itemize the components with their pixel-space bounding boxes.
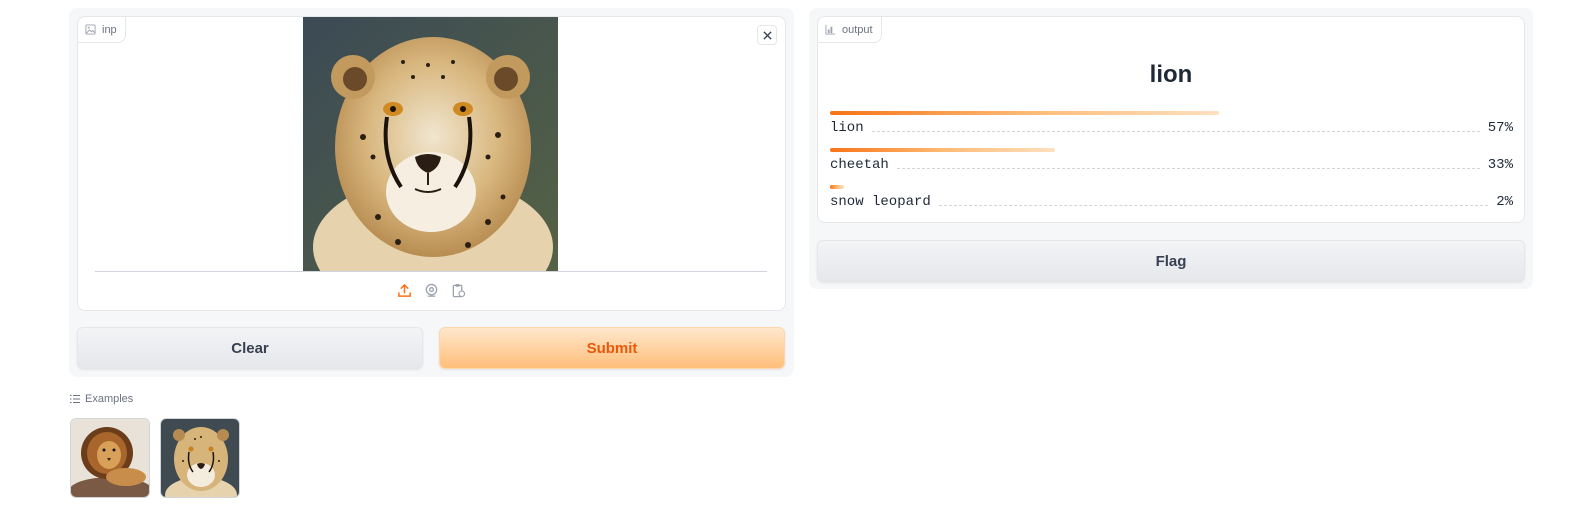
- output-panel: output lion lion 57% cheetah 33% snow leopar…: [809, 8, 1533, 289]
- dotted-leader: [896, 168, 1480, 169]
- webcam-source-button[interactable]: [423, 281, 441, 299]
- output-label: output: [842, 23, 873, 36]
- clear-button[interactable]: Clear: [77, 327, 423, 369]
- confidence-text: lion 57%: [830, 120, 1513, 136]
- confidence-class-label: snow leopard: [830, 194, 931, 210]
- submit-button[interactable]: Submit: [439, 327, 785, 369]
- uploaded-image: [303, 17, 558, 271]
- output-label-tag: output: [818, 17, 882, 43]
- examples-title: Examples: [85, 393, 134, 405]
- dotted-leader: [938, 205, 1489, 206]
- source-toolbar: [78, 281, 785, 303]
- close-icon: [762, 30, 772, 40]
- example-cheetah-thumbnail[interactable]: [160, 418, 240, 498]
- remove-image-button[interactable]: [757, 25, 777, 45]
- confidence-row[interactable]: lion 57%: [830, 111, 1513, 141]
- clipboard-icon: [452, 283, 466, 297]
- input-panel: inp Clear Submit: [69, 8, 794, 377]
- examples-header: Examples: [70, 393, 133, 405]
- webcam-icon: [425, 283, 438, 297]
- cheetah-image: [161, 419, 239, 497]
- label-output: output lion lion 57% cheetah 33% snow leopar…: [817, 16, 1525, 223]
- predicted-label: lion: [1149, 61, 1193, 88]
- input-label: inp: [102, 23, 117, 36]
- confidence-row[interactable]: cheetah 33%: [830, 148, 1513, 178]
- image-divider: [95, 271, 767, 272]
- confidence-bar: [830, 148, 1055, 152]
- list-icon: [70, 395, 80, 403]
- clipboard-source-button[interactable]: [450, 281, 468, 299]
- confidence-percent: 33%: [1487, 157, 1513, 173]
- confidence-class-label: lion: [830, 120, 864, 136]
- confidence-text: cheetah 33%: [830, 157, 1513, 173]
- confidence-class-label: cheetah: [830, 157, 889, 173]
- upload-source-button[interactable]: [396, 281, 414, 299]
- bar-chart-icon: [825, 24, 836, 35]
- lion-image: [71, 419, 149, 497]
- confidence-bar: [830, 111, 1219, 115]
- image-input[interactable]: inp: [77, 16, 786, 311]
- upload-icon: [398, 283, 411, 297]
- cheetah-image: [303, 17, 558, 271]
- input-label-tag: inp: [78, 17, 126, 43]
- confidence-percent: 57%: [1487, 120, 1513, 136]
- example-lion-thumbnail[interactable]: [70, 418, 150, 498]
- confidence-row[interactable]: snow leopard 2%: [830, 185, 1513, 215]
- image-icon: [85, 24, 96, 35]
- dotted-leader: [871, 131, 1480, 132]
- confidence-bar: [830, 185, 844, 189]
- confidence-text: snow leopard 2%: [830, 194, 1513, 210]
- confidence-percent: 2%: [1496, 194, 1513, 210]
- flag-button[interactable]: Flag: [817, 240, 1525, 282]
